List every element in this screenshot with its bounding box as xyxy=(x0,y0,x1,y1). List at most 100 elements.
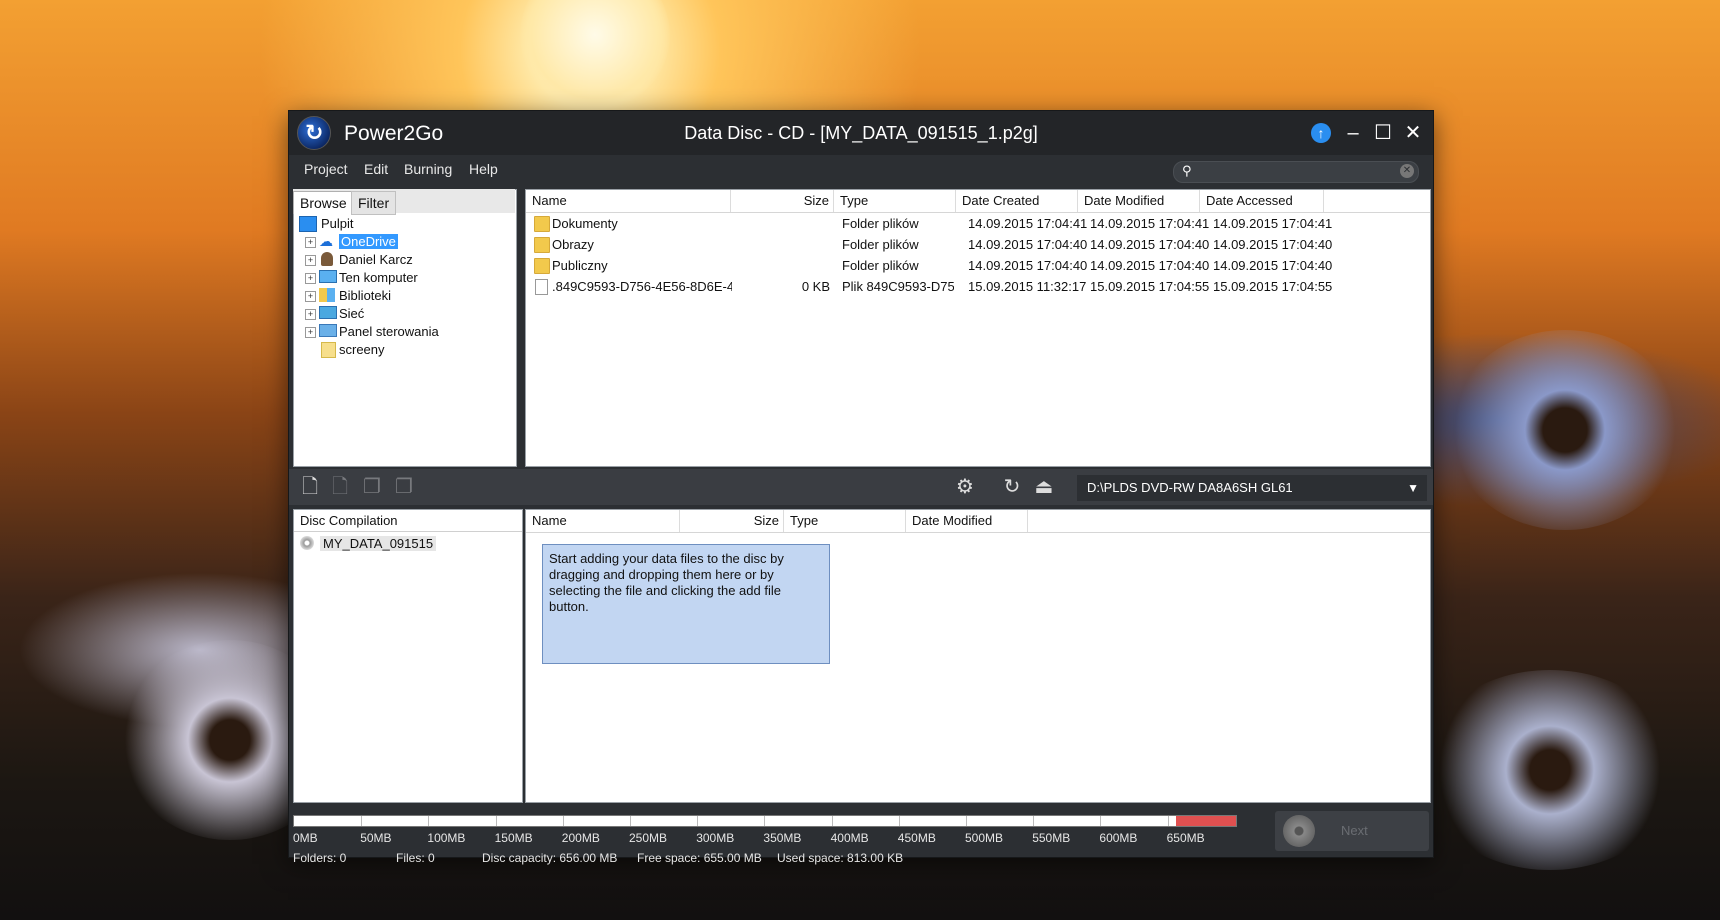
file-date-accessed: 14.09.2015 17:04:40 xyxy=(1213,237,1333,252)
capacity-scale-label: 500MB xyxy=(965,831,1004,845)
tree-item-label: Panel sterowania xyxy=(339,324,439,339)
burn-disc-icon xyxy=(1283,815,1315,847)
next-button-label: Next xyxy=(1341,823,1368,838)
file-list: Name Size Type Date Created Date Modifie… xyxy=(525,189,1431,467)
file-row[interactable]: Dokumenty Folder plików 14.09.2015 17:04… xyxy=(526,214,1430,234)
next-button[interactable]: Next xyxy=(1275,811,1429,851)
disc-capacity: Disc capacity: 656.00 MB xyxy=(482,851,618,865)
background-flower xyxy=(1420,670,1680,870)
capacity-scale-label: 200MB xyxy=(561,831,600,845)
file-date-accessed: 14.09.2015 17:04:40 xyxy=(1213,258,1333,273)
update-icon[interactable]: ↑ xyxy=(1311,123,1331,143)
cloud-icon: ☁ xyxy=(319,233,333,249)
file-date-modified: 14.09.2015 17:04:40 xyxy=(1090,258,1210,273)
capacity-scale-label: 450MB xyxy=(897,831,936,845)
background-flower xyxy=(1450,330,1680,530)
disc-compilation-header: Disc Compilation xyxy=(294,510,522,532)
drive-select[interactable]: D:\PLDS DVD-RW DA8A6SH GL61 ▼ xyxy=(1077,475,1427,501)
tab-filter[interactable]: Filter xyxy=(351,191,397,215)
menu-project[interactable]: Project xyxy=(304,161,348,177)
capacity-tick xyxy=(831,816,833,826)
tree-item-label: Daniel Karcz xyxy=(339,252,413,267)
minimize-button[interactable]: – xyxy=(1339,119,1367,147)
tree-item-label: Sieć xyxy=(339,306,365,321)
file-row[interactable]: Publiczny Folder plików 14.09.2015 17:04… xyxy=(526,256,1430,276)
column-date-modified[interactable]: Date Modified xyxy=(906,510,1028,532)
expand-icon[interactable]: + xyxy=(305,327,316,338)
capacity-scale-label: 250MB xyxy=(629,831,668,845)
file-list-header: Name Size Type Date Created Date Modifie… xyxy=(526,190,1430,213)
column-type[interactable]: Type xyxy=(784,510,906,532)
close-button[interactable]: ✕ xyxy=(1399,119,1427,147)
tab-browse[interactable]: Browse xyxy=(293,191,354,214)
file-size: 0 KB xyxy=(801,279,830,294)
capacity-scale-label: 0MB xyxy=(293,831,318,845)
column-name[interactable]: Name xyxy=(526,190,731,212)
file-type: Folder plików xyxy=(842,216,919,231)
expand-icon[interactable]: + xyxy=(305,255,316,266)
add-file-icon[interactable]: 🗋 xyxy=(299,475,321,499)
file-row[interactable]: .849C9593-D756-4E56-8D6E-424... 0 KB Pli… xyxy=(526,277,1430,297)
window-title: Data Disc - CD - [MY_DATA_091515_1.p2g] xyxy=(684,123,1038,143)
capacity-tick xyxy=(562,816,564,826)
search-input[interactable]: ⚲ ✕ xyxy=(1173,161,1419,183)
search-icon: ⚲ xyxy=(1182,163,1192,178)
column-type[interactable]: Type xyxy=(834,190,956,212)
capacity-overflow-zone xyxy=(1176,816,1236,826)
file-row[interactable]: Obrazy Folder plików 14.09.2015 17:04:40… xyxy=(526,235,1430,255)
capacity-tick xyxy=(697,816,699,826)
file-date-created: 14.09.2015 17:04:40 xyxy=(968,237,1088,252)
tree-item-label: OneDrive xyxy=(339,234,398,249)
file-name: Publiczny xyxy=(552,258,608,273)
tree-item-label: Pulpit xyxy=(321,216,354,231)
disc-settings-icon[interactable]: ⚙ xyxy=(945,475,985,499)
app-window: ↻ Power2Go Data Disc - CD - [MY_DATA_091… xyxy=(288,110,1434,865)
remove-file-icon[interactable]: 🗋 xyxy=(329,475,351,499)
files-count: Files: 0 xyxy=(396,851,435,865)
compilation-list: Name Size Type Date Modified Start addin… xyxy=(525,509,1431,803)
capacity-tick xyxy=(898,816,900,826)
menu-burning[interactable]: Burning xyxy=(404,161,452,177)
file-name: Dokumenty xyxy=(552,216,618,231)
file-name: Obrazy xyxy=(552,237,594,252)
expand-icon[interactable]: + xyxy=(305,291,316,302)
expand-icon[interactable]: + xyxy=(305,273,316,284)
file-date-accessed: 14.09.2015 17:04:41 xyxy=(1213,216,1333,231)
computer-icon xyxy=(319,270,337,283)
menu-edit[interactable]: Edit xyxy=(364,161,388,177)
column-date-modified[interactable]: Date Modified xyxy=(1078,190,1200,212)
column-size[interactable]: Size xyxy=(680,510,784,532)
capacity-scale-label: 550MB xyxy=(1032,831,1071,845)
folders-count: Folders: 0 xyxy=(293,851,347,865)
expand-icon[interactable]: + xyxy=(305,309,316,320)
maximize-button[interactable]: ☐ xyxy=(1369,119,1397,147)
network-icon xyxy=(319,306,337,319)
capacity-scale-label: 650MB xyxy=(1166,831,1205,845)
title-bar: ↻ Power2Go Data Disc - CD - [MY_DATA_091… xyxy=(289,111,1433,155)
move-file-icon[interactable]: ❐ xyxy=(393,475,415,499)
folder-icon xyxy=(534,237,550,253)
folder-icon xyxy=(321,342,336,358)
capacity-scale-label: 150MB xyxy=(494,831,533,845)
folder-icon xyxy=(534,216,550,232)
disc-root-item[interactable]: MY_DATA_091515 xyxy=(300,536,437,551)
eject-icon[interactable]: ⏏ xyxy=(1033,475,1055,499)
column-date-accessed[interactable]: Date Accessed xyxy=(1200,190,1324,212)
file-date-accessed: 15.09.2015 17:04:55 xyxy=(1213,279,1333,294)
column-name[interactable]: Name xyxy=(526,510,680,532)
capacity-scale-label: 600MB xyxy=(1099,831,1138,845)
copy-file-icon[interactable]: ❐ xyxy=(361,475,383,499)
drive-select-value: D:\PLDS DVD-RW DA8A6SH GL61 xyxy=(1087,480,1293,495)
refresh-icon[interactable]: ↻ xyxy=(1001,475,1023,499)
expand-icon[interactable]: + xyxy=(305,237,316,248)
menu-help[interactable]: Help xyxy=(469,161,498,177)
capacity-tick xyxy=(1033,816,1035,826)
user-icon xyxy=(321,252,333,266)
file-icon xyxy=(535,279,548,295)
capacity-tick xyxy=(966,816,967,826)
capacity-scale-label: 350MB xyxy=(763,831,802,845)
clear-search-icon[interactable]: ✕ xyxy=(1400,164,1414,178)
column-date-created[interactable]: Date Created xyxy=(956,190,1078,212)
background-sun xyxy=(520,0,670,110)
column-size[interactable]: Size xyxy=(731,190,834,212)
